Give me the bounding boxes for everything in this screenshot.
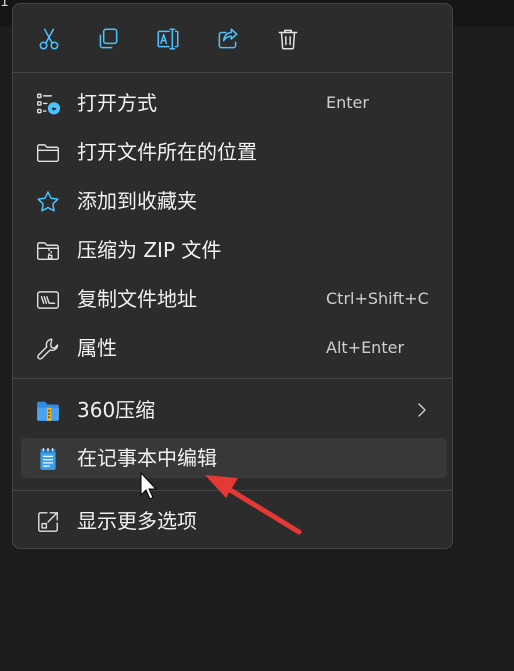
menu-item-edit-in-notepad[interactable]: 在记事本中编辑 (21, 438, 447, 478)
menu-item-copy-file-path[interactable]: 复制文件地址 Ctrl+Shift+C (21, 279, 447, 319)
menu-item-label: 添加到收藏夹 (77, 189, 197, 213)
menu-item-add-to-favorites[interactable]: 添加到收藏夹 (21, 181, 447, 221)
copy-path-icon (35, 287, 61, 313)
menu-item-compress-zip[interactable]: 压缩为 ZIP 文件 (21, 230, 447, 270)
rename-button[interactable] (153, 24, 183, 54)
share-icon (218, 28, 238, 49)
zip-folder-icon (35, 238, 61, 264)
notepad-icon (35, 446, 61, 472)
menu-item-open-file-location[interactable]: 打开文件所在的位置 (21, 132, 447, 172)
menu-item-label: 在记事本中编辑 (77, 446, 217, 470)
cut-button[interactable] (34, 24, 64, 54)
copy-icon (99, 28, 118, 49)
360-zip-icon (35, 398, 61, 424)
trash-icon (278, 29, 298, 50)
copy-button[interactable] (93, 24, 123, 54)
menu-item-label: 属性 (77, 336, 117, 360)
share-button[interactable] (213, 24, 243, 54)
more-options-icon (35, 509, 61, 535)
scissors-icon (39, 28, 59, 50)
context-menu-toolbar (13, 4, 452, 73)
folder-icon (35, 140, 61, 166)
menu-item-shortcut: Enter (326, 93, 369, 112)
delete-button[interactable] (273, 24, 303, 54)
rename-icon (157, 28, 179, 50)
menu-item-label: 显示更多选项 (77, 509, 197, 533)
star-icon (35, 189, 61, 215)
menu-item-360-compress[interactable]: 360压缩 (21, 390, 447, 430)
wrench-icon (35, 336, 61, 362)
context-menu: 打开方式 Enter 打开文件所在的位置 添加到收藏夹 压缩为 ZIP 文件 复… (12, 3, 453, 549)
menu-item-label: 360压缩 (77, 398, 156, 422)
menu-divider (13, 490, 452, 491)
chevron-right-icon (418, 403, 426, 417)
menu-item-open-with[interactable]: 打开方式 Enter (21, 83, 447, 123)
window-title-text: 1 (0, 0, 9, 10)
menu-item-label: 压缩为 ZIP 文件 (77, 238, 222, 262)
menu-item-shortcut: Alt+Enter (326, 338, 405, 357)
open-with-icon (35, 91, 61, 117)
menu-item-label: 打开方式 (77, 91, 157, 115)
menu-item-properties[interactable]: 属性 Alt+Enter (21, 328, 447, 368)
toolbar-divider (13, 72, 452, 73)
menu-item-label: 复制文件地址 (77, 287, 197, 311)
menu-item-shortcut: Ctrl+Shift+C (326, 289, 429, 308)
menu-divider (13, 378, 452, 379)
menu-item-label: 打开文件所在的位置 (77, 140, 257, 164)
menu-item-show-more-options[interactable]: 显示更多选项 (21, 501, 447, 541)
